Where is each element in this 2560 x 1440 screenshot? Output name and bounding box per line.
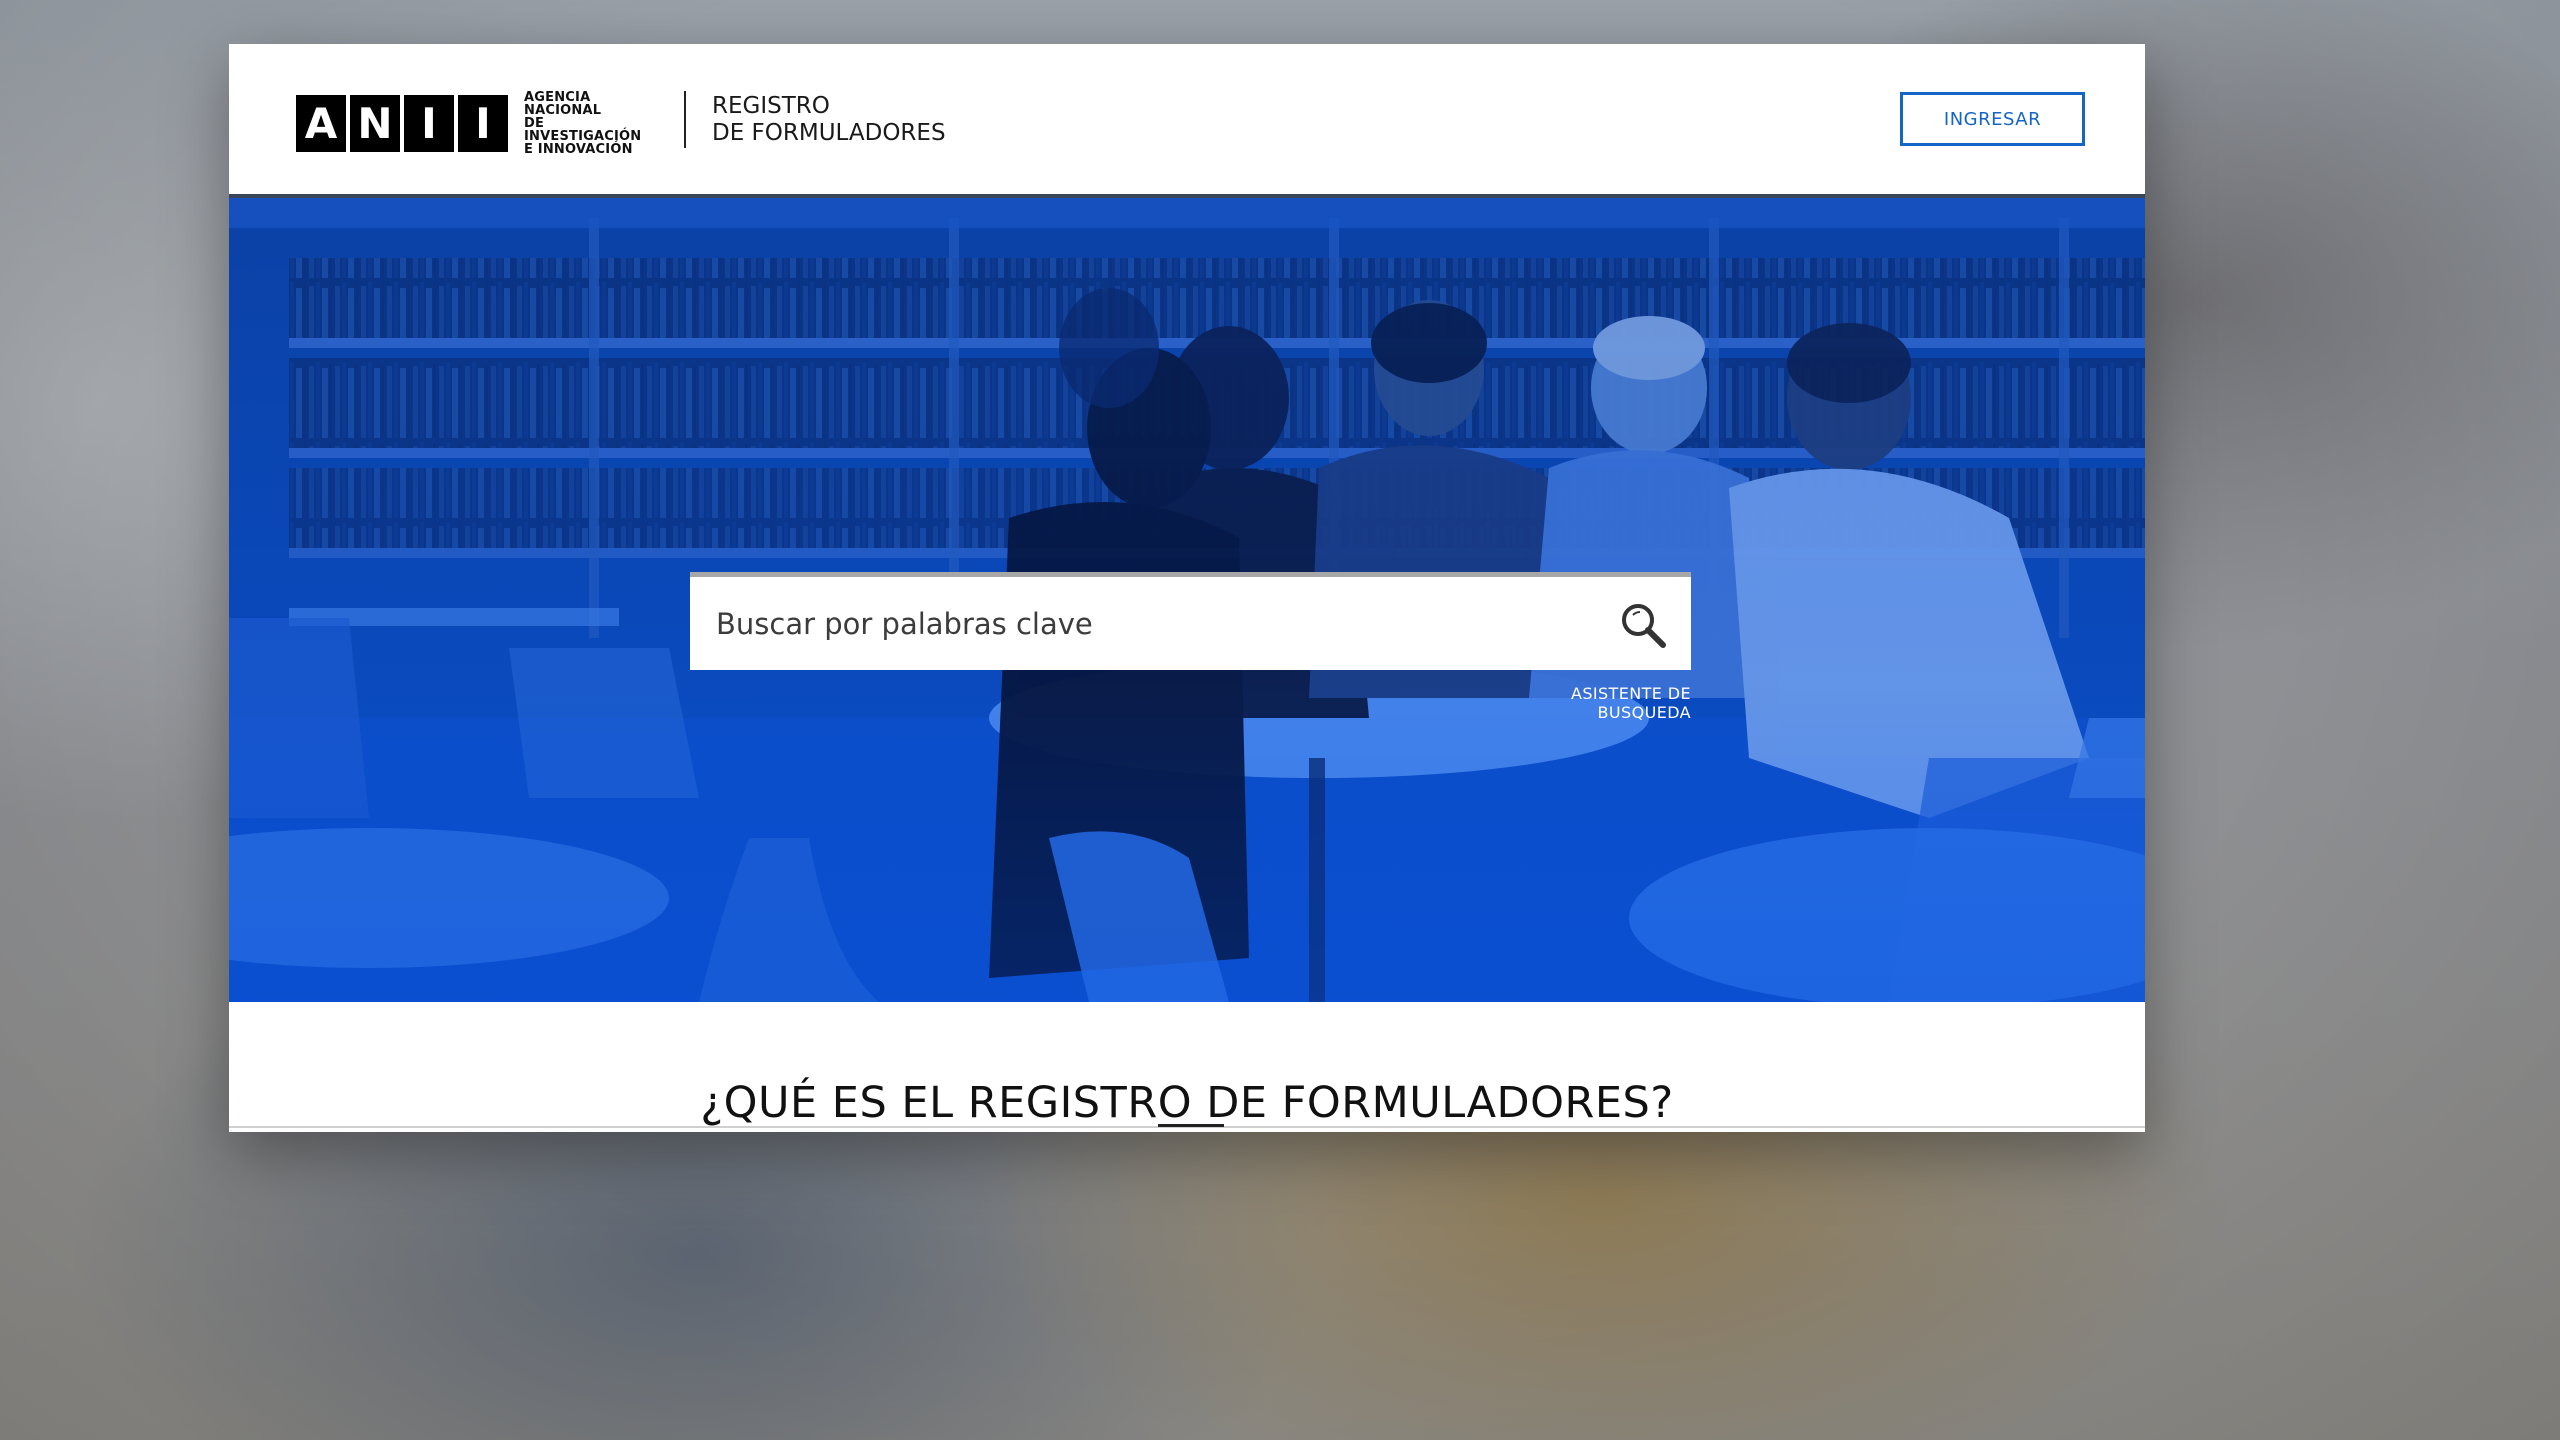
logo-letter: A xyxy=(296,95,346,152)
logo-divider xyxy=(684,91,686,148)
site-title: REGISTRO DE FORMULADORES xyxy=(712,93,946,147)
browser-window: A N I I AGENCIA NACIONAL DE INVESTIGACIÓ… xyxy=(229,44,2145,1132)
title-underline xyxy=(1158,1124,1224,1127)
agency-line: AGENCIA NACIONAL xyxy=(524,90,602,118)
search-input[interactable] xyxy=(716,593,1576,654)
logo-letter-boxes: A N I I xyxy=(296,95,508,152)
hero-banner: ASISTENTE DE BUSQUEDA xyxy=(229,194,2145,1002)
search-bar xyxy=(690,572,1691,670)
site-header: A N I I AGENCIA NACIONAL DE INVESTIGACIÓ… xyxy=(229,44,2145,194)
search-assistant-link[interactable]: ASISTENTE DE BUSQUEDA xyxy=(1479,684,1691,722)
site-title-line: DE FORMULADORES xyxy=(712,120,946,146)
logo-letter: N xyxy=(350,95,400,152)
anii-logo[interactable]: A N I I AGENCIA NACIONAL DE INVESTIGACIÓ… xyxy=(296,91,664,156)
site-title-line: REGISTRO xyxy=(712,93,830,119)
login-button[interactable]: INGRESAR xyxy=(1900,92,2085,146)
logo-letter: I xyxy=(404,95,454,152)
agency-line: E INNOVACIÓN xyxy=(524,142,633,157)
logo-letter: I xyxy=(458,95,508,152)
agency-line: DE INVESTIGACIÓN xyxy=(524,116,642,144)
magnifier-icon[interactable] xyxy=(1619,601,1667,649)
section-title: ¿QUÉ ES EL REGISTRO DE FORMULADORES? xyxy=(700,1078,1674,1128)
info-section: ¿QUÉ ES EL REGISTRO DE FORMULADORES? xyxy=(229,1002,2145,1132)
agency-name: AGENCIA NACIONAL DE INVESTIGACIÓN E INNO… xyxy=(524,91,664,156)
